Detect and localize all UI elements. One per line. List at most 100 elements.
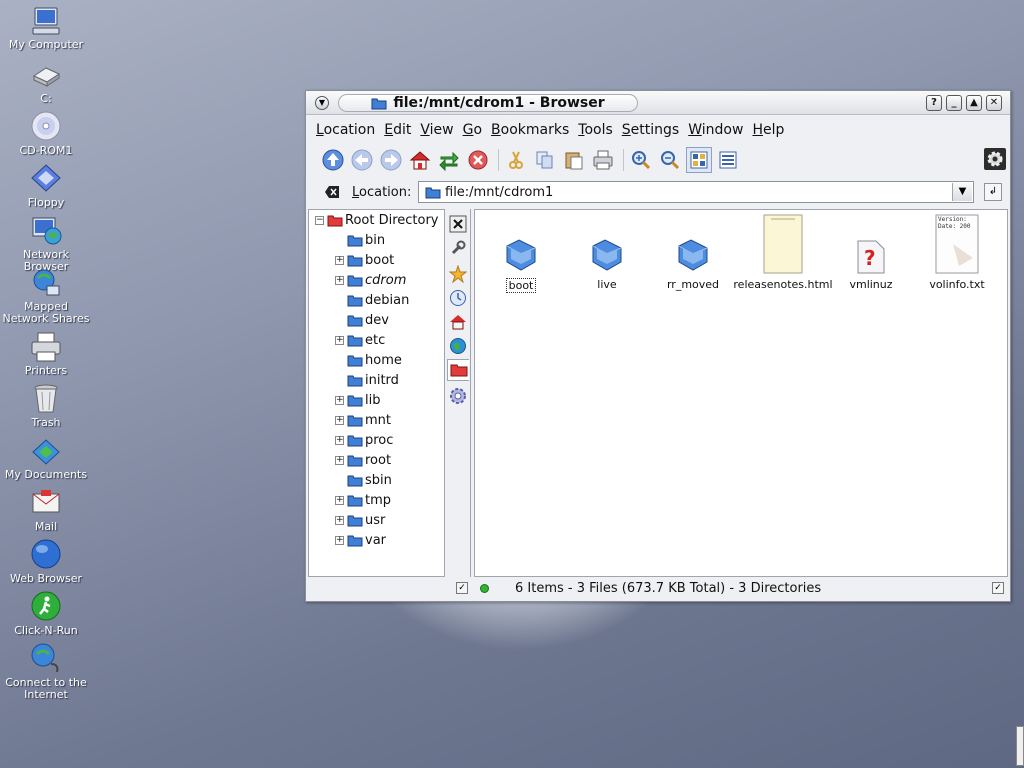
tree-expand-toggle[interactable]: +	[335, 255, 344, 265]
close-button[interactable]: ✕	[986, 95, 1002, 111]
desktop-icon-my-documents[interactable]: My Documents	[0, 434, 92, 481]
tree-item[interactable]: + var	[335, 530, 386, 550]
minimize-button[interactable]: _	[946, 95, 962, 111]
zoom-out-button[interactable]	[657, 147, 683, 173]
root-folder-tab[interactable]	[447, 359, 469, 381]
tree-item-label: mnt	[365, 412, 391, 428]
detail-view-button[interactable]	[715, 147, 741, 173]
services-tab[interactable]	[447, 385, 469, 407]
desktop-icon-floppy[interactable]: Floppy	[0, 162, 92, 209]
close-panel-tab[interactable]	[447, 213, 469, 235]
paste-button[interactable]	[561, 147, 587, 173]
tree-item[interactable]: home	[335, 350, 402, 370]
zoom-in-button[interactable]	[628, 147, 654, 173]
tree-expand-toggle[interactable]: +	[335, 335, 344, 345]
menu-settings[interactable]: Settings	[622, 122, 679, 138]
tree-item[interactable]: initrd	[335, 370, 399, 390]
tree-expand-toggle[interactable]: +	[335, 435, 344, 445]
tree-item[interactable]: + mnt	[335, 410, 391, 430]
link-view-checkbox[interactable]: ✓	[456, 582, 468, 594]
print-button[interactable]	[590, 147, 616, 173]
menu-bookmarks[interactable]: Bookmarks	[491, 122, 569, 138]
desktop-icon-printers[interactable]: Printers	[0, 330, 92, 377]
file-item-rr-moved[interactable]: rr_moved	[653, 214, 733, 291]
tree-expand-toggle[interactable]: +	[335, 415, 344, 425]
folder-icon	[347, 535, 363, 547]
toolbar-separator	[623, 149, 624, 171]
tree-item[interactable]: + cdrom	[335, 270, 406, 290]
tree-collapse-toggle[interactable]: −	[315, 215, 324, 225]
tree-item[interactable]: + usr	[335, 510, 385, 530]
location-field[interactable]: ▼	[418, 181, 974, 203]
desktop-icon-c-drive[interactable]: C:	[0, 58, 92, 105]
tree-expand-toggle[interactable]: +	[335, 395, 344, 405]
tools-tab[interactable]	[447, 237, 469, 259]
desktop-icon-mapped-shares[interactable]: Mapped Network Shares	[0, 266, 92, 325]
desktop-icon-cdrom[interactable]: CD-ROM1	[0, 110, 92, 157]
menu-help[interactable]: Help	[752, 122, 784, 138]
tree-root[interactable]: − Root Directory	[315, 210, 439, 230]
menu-edit[interactable]: Edit	[384, 122, 411, 138]
desktop-icon-trash[interactable]: Trash	[0, 382, 92, 429]
menu-bar: Location Edit View Go Bookmarks Tools Se…	[306, 119, 1010, 141]
location-dropdown-button[interactable]: ▼	[952, 183, 972, 201]
copy-button[interactable]	[532, 147, 558, 173]
help-button[interactable]: ?	[926, 95, 942, 111]
file-item-live[interactable]: live	[567, 214, 647, 291]
home-tab[interactable]	[447, 311, 469, 333]
file-item-releasenotes[interactable]: releasenotes.html	[733, 214, 833, 291]
panel-handle[interactable]	[1016, 726, 1024, 766]
menu-go[interactable]: Go	[463, 122, 482, 138]
desktop-icon-mail[interactable]: Mail	[0, 486, 92, 533]
tree-item[interactable]: + root	[335, 450, 391, 470]
folder-icon	[347, 315, 363, 327]
stop-button[interactable]	[465, 147, 491, 173]
back-button[interactable]	[349, 147, 375, 173]
tree-expand-toggle[interactable]: +	[335, 275, 344, 285]
title-bar[interactable]: ▼ file:/mnt/cdrom1 - Browser ? _ ▲ ✕	[306, 91, 1010, 115]
tree-item[interactable]: debian	[335, 290, 409, 310]
desktop-icon-web-browser[interactable]: Web Browser	[0, 538, 92, 585]
desktop-label: Floppy	[27, 196, 65, 209]
tree-item[interactable]: + tmp	[335, 490, 391, 510]
maximize-button[interactable]: ▲	[966, 95, 982, 111]
tree-expand-toggle[interactable]: +	[335, 495, 344, 505]
link-view-checkbox[interactable]: ✓	[992, 582, 1004, 594]
tree-item[interactable]: bin	[335, 230, 385, 250]
icon-view-button[interactable]	[686, 147, 712, 173]
file-item-vmlinuz[interactable]: ? vmlinuz	[831, 214, 911, 291]
tree-item[interactable]: + lib	[335, 390, 380, 410]
tree-expand-toggle[interactable]: +	[335, 515, 344, 525]
tree-item[interactable]: + boot	[335, 250, 394, 270]
forward-button[interactable]	[378, 147, 404, 173]
tree-item[interactable]: + proc	[335, 430, 393, 450]
history-tab[interactable]	[447, 287, 469, 309]
tree-item[interactable]: dev	[335, 310, 389, 330]
up-button[interactable]	[320, 147, 346, 173]
clear-location-icon[interactable]	[324, 185, 340, 199]
menu-view[interactable]: View	[420, 122, 453, 138]
desktop-icon-network-browser[interactable]: Network Browser	[0, 214, 92, 273]
network-tab[interactable]	[447, 335, 469, 357]
tree-item[interactable]: sbin	[335, 470, 392, 490]
cut-button[interactable]	[503, 147, 529, 173]
home-button[interactable]	[407, 147, 433, 173]
file-item-boot[interactable]: boot	[481, 214, 561, 293]
window-menu-button[interactable]: ▼	[315, 96, 329, 110]
tree-item[interactable]: + etc	[335, 330, 385, 350]
reload-button[interactable]	[436, 147, 462, 173]
desktop-icon-my-computer[interactable]: My Computer	[0, 4, 92, 51]
location-input[interactable]	[445, 184, 925, 200]
desktop-icon-click-n-run[interactable]: Click-N-Run	[0, 590, 92, 637]
menu-tools[interactable]: Tools	[578, 122, 613, 138]
menu-location[interactable]: Location	[316, 122, 375, 138]
bookmarks-tab[interactable]	[447, 263, 469, 285]
cdrom-icon	[31, 111, 61, 141]
file-icon-view[interactable]: boot live rr_moved releasenotes.html ? v…	[474, 209, 1008, 577]
file-item-volinfo[interactable]: Version: Date: 200 volinfo.txt	[917, 214, 997, 291]
menu-window[interactable]: Window	[688, 122, 743, 138]
tree-expand-toggle[interactable]: +	[335, 535, 344, 545]
desktop-icon-connect-internet[interactable]: Connect to the Internet	[0, 642, 92, 701]
go-button[interactable]: ↲	[984, 183, 1002, 201]
tree-expand-toggle[interactable]: +	[335, 455, 344, 465]
